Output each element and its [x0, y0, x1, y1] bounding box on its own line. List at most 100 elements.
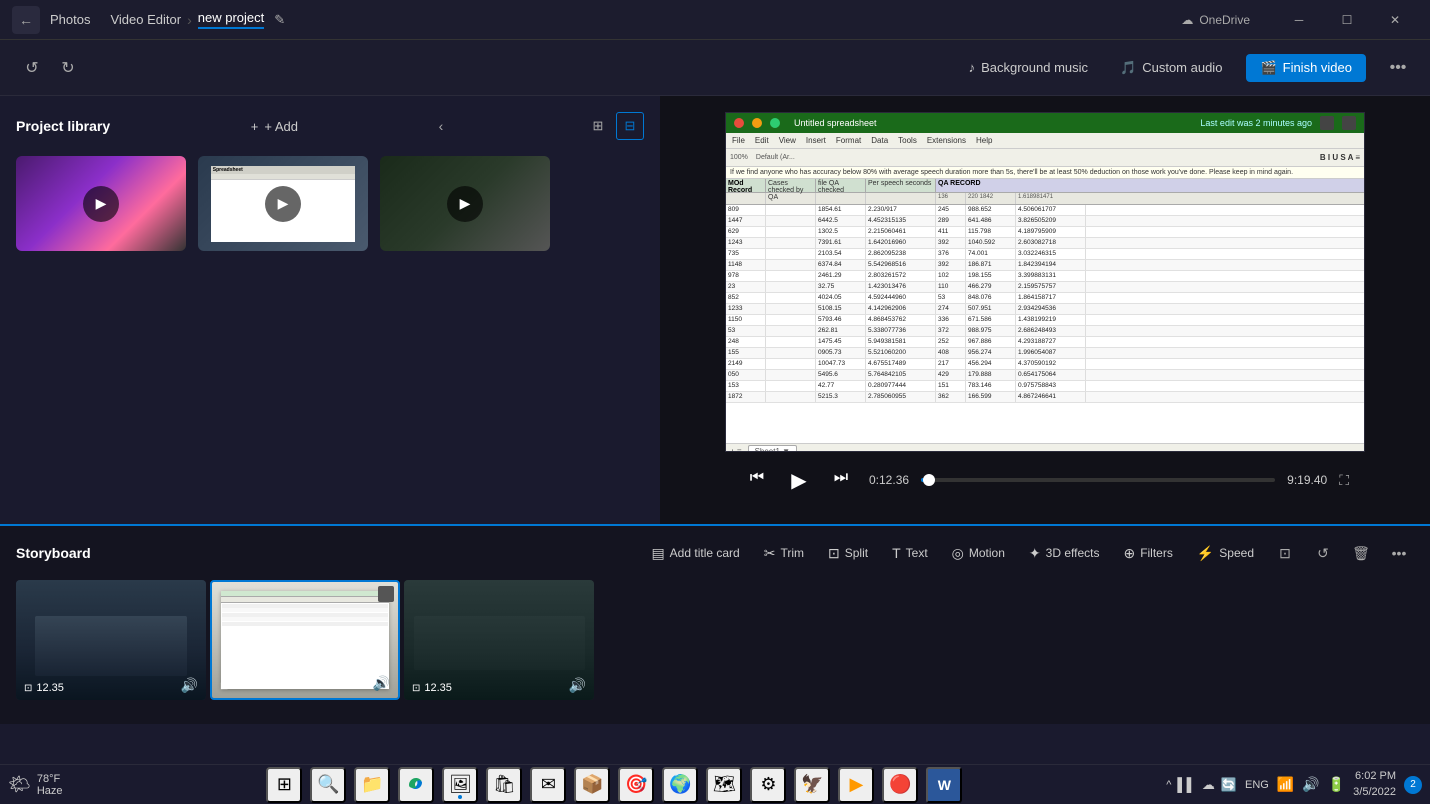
clock[interactable]: 6:02 PM 3/5/2022	[1353, 769, 1396, 800]
wifi-icon[interactable]: 📶	[1277, 776, 1294, 793]
minimize-button[interactable]: ─	[1276, 4, 1322, 36]
add-title-card-button[interactable]: ▤ Add title card	[643, 541, 747, 566]
table-row: 11486374.845.542968516392186.8711.842394…	[726, 260, 1364, 271]
taskbar-file-explorer[interactable]: 📁	[354, 767, 390, 803]
preview-panel: Untitled spreadsheet Last edit was 2 min…	[660, 96, 1430, 524]
weather-widget[interactable]: 🌤 78°F Haze	[8, 773, 63, 797]
filters-label: Filters	[1140, 546, 1173, 560]
media-item[interactable]: Spreadsheet ▶	[198, 156, 368, 251]
undo-button[interactable]: ↺	[16, 52, 48, 84]
filters-icon: ⊕	[1123, 545, 1135, 562]
language-indicator[interactable]: ENG	[1245, 779, 1269, 791]
ss-column-headers: MOd Record Cases checked by QA file QA c…	[726, 179, 1364, 193]
toolbar: ↺ ↻ ♪ Background music 🎵 Custom audio 🎬 …	[0, 40, 1430, 96]
motion-label: Motion	[969, 546, 1005, 560]
collapse-panel-button[interactable]: ‹	[439, 118, 444, 134]
taskbar-store[interactable]: 🛍	[486, 767, 522, 803]
crop-button[interactable]: ⊡	[1270, 538, 1300, 568]
taskbar-settings[interactable]: ⚙	[750, 767, 786, 803]
taskbar-mail[interactable]: ✉	[530, 767, 566, 803]
storyboard-clip[interactable]: ⊡ 8:54 🔊	[210, 580, 400, 700]
trim-button[interactable]: ✂ Trim	[756, 541, 812, 566]
app-title: Photos	[50, 12, 90, 27]
play-pause-button[interactable]: ▶	[781, 462, 817, 498]
text-label: Text	[906, 546, 928, 560]
taskbar-edge[interactable]	[398, 767, 434, 803]
restore-button[interactable]: ☐	[1324, 4, 1370, 36]
text-button[interactable]: T Text	[884, 541, 936, 565]
redo-button[interactable]: ↻	[52, 52, 84, 84]
background-music-button[interactable]: ♪ Background music	[961, 56, 1096, 79]
progress-bar[interactable]	[921, 478, 1275, 482]
table-row: 2481475.455.949381581252967.8864.2931887…	[726, 337, 1364, 348]
taskbar-app-1[interactable]: 🎯	[618, 767, 654, 803]
back-button[interactable]: ←	[12, 6, 40, 34]
sync-icon[interactable]: 🔄	[1221, 777, 1237, 793]
split-button[interactable]: ⊡ Split	[820, 541, 876, 566]
taskbar-word[interactable]: W	[926, 767, 962, 803]
breadcrumb-separator: ›	[187, 12, 192, 28]
taskbar-maps[interactable]: 🌍	[662, 767, 698, 803]
pause-icon[interactable]: ▌▌	[1177, 777, 1195, 792]
taskbar-app-2[interactable]: 🦅	[794, 767, 830, 803]
finish-video-button[interactable]: 🎬 Finish video	[1246, 54, 1366, 82]
clip-audio-icon: 🔊	[569, 677, 586, 694]
taskbar-snip[interactable]: 🗺	[706, 767, 742, 803]
progress-fill	[921, 478, 929, 482]
finish-video-label: Finish video	[1283, 60, 1352, 75]
previous-frame-button[interactable]: ⏮	[741, 462, 773, 494]
background-music-label: Background music	[981, 60, 1088, 75]
system-tray: ^ ▌▌ ☁ 🔄	[1166, 777, 1237, 793]
more-clip-options-button[interactable]: •••	[1384, 538, 1414, 568]
storyboard-title: Storyboard	[16, 545, 91, 561]
weather-info: 78°F Haze	[37, 773, 63, 797]
delete-clip-button[interactable]: 🗑	[1346, 538, 1376, 568]
close-button[interactable]: ✕	[1372, 4, 1418, 36]
motion-button[interactable]: ◎ Motion	[944, 541, 1013, 566]
clip-duration: ⊡ 12.35	[412, 682, 452, 694]
more-options-button[interactable]: •••	[1382, 52, 1414, 84]
taskbar-center: ⊞ 🔍 📁 🖼 🛍 ✉ 📦 🎯 🌍 🗺 ⚙ 🦅 ▶ 🔴 W	[67, 767, 1163, 803]
search-button[interactable]: 🔍	[310, 767, 346, 803]
3d-effects-button[interactable]: ✦ 3D effects	[1021, 541, 1108, 566]
storyboard-clip[interactable]: ⊡ 12.35 🔊	[16, 580, 206, 700]
battery-icon[interactable]: 🔋	[1328, 776, 1345, 793]
notification-badge[interactable]: 2	[1404, 776, 1422, 794]
trim-label: Trim	[780, 546, 804, 560]
taskbar-dropbox[interactable]: 📦	[574, 767, 610, 803]
next-frame-button[interactable]: ⏭	[825, 462, 857, 494]
custom-audio-label: Custom audio	[1142, 60, 1222, 75]
project-library-panel: Project library + + Add ‹ ⊞ ⊟ ▶	[0, 96, 660, 524]
start-button[interactable]: ⊞	[266, 767, 302, 803]
add-media-button[interactable]: + + Add	[251, 119, 298, 134]
preview-video: Untitled spreadsheet Last edit was 2 min…	[725, 112, 1365, 452]
volume-icon[interactable]: 🔊	[1302, 776, 1319, 793]
onedrive-tray-icon[interactable]: ☁	[1202, 777, 1215, 793]
media-item[interactable]: ▶	[380, 156, 550, 251]
clip-duration-icon: ⊡	[220, 681, 228, 692]
play-overlay-icon: ▶	[447, 186, 483, 222]
grid-view-6-button[interactable]: ⊟	[616, 112, 644, 140]
grid-view-4-button[interactable]: ⊞	[584, 112, 612, 140]
storyboard-clip[interactable]: ⊡ 12.35 🔊	[404, 580, 594, 700]
split-icon: ⊡	[828, 545, 840, 562]
filters-button[interactable]: ⊕ Filters	[1115, 541, 1180, 566]
speed-button[interactable]: ⚡ Speed	[1189, 541, 1262, 566]
edit-project-name-icon[interactable]: ✎	[274, 12, 285, 28]
table-row: 15342.770.280977444151783.1460.975758843	[726, 381, 1364, 392]
music-icon: ♪	[969, 60, 976, 75]
rotate-button[interactable]: ↺	[1308, 538, 1338, 568]
custom-audio-button[interactable]: 🎵 Custom audio	[1112, 56, 1230, 80]
taskbar-vlc[interactable]: ▶	[838, 767, 874, 803]
project-name[interactable]: new project	[198, 10, 264, 29]
taskbar-app-3[interactable]: 🔴	[882, 767, 918, 803]
table-row: 1550905.735.521060200408956.2741.9960540…	[726, 348, 1364, 359]
total-time: 9:19.40	[1287, 473, 1327, 487]
ss-menubar: File Edit View Insert Format Data Tools …	[726, 133, 1364, 149]
fullscreen-button[interactable]: ⛶	[1339, 472, 1349, 489]
add-label: + Add	[264, 119, 298, 134]
media-item[interactable]: ▶	[16, 156, 186, 251]
taskbar-photos[interactable]: 🖼	[442, 767, 478, 803]
table-row: 11505793.464.868453762336671.5861.438199…	[726, 315, 1364, 326]
expand-tray-button[interactable]: ^	[1166, 779, 1171, 791]
